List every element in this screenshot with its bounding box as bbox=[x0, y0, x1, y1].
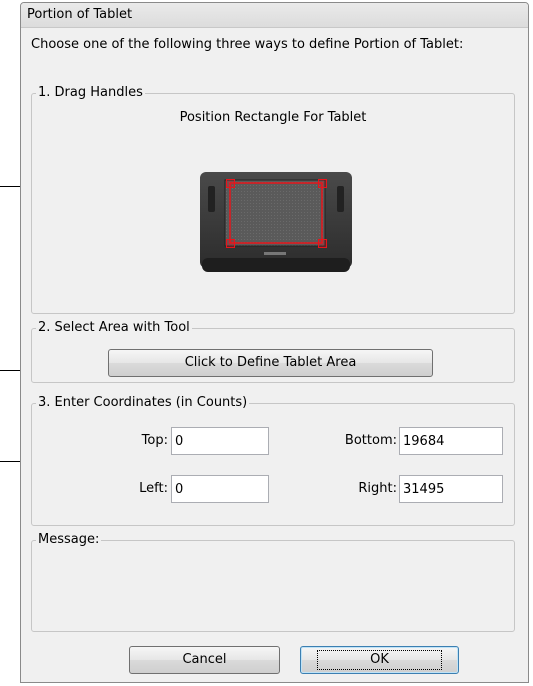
tablet-active-surface bbox=[224, 179, 326, 247]
coordinates-legend: 3. Enter Coordinates (in Counts) bbox=[36, 395, 250, 411]
drag-handles-legend: 1. Drag Handles bbox=[36, 85, 145, 101]
select-area-group: 2. Select Area with Tool Click to Define… bbox=[31, 320, 515, 383]
portion-of-tablet-dialog: Portion of Tablet Choose one of the foll… bbox=[20, 2, 529, 683]
right-input[interactable] bbox=[399, 475, 503, 503]
express-key-right bbox=[337, 186, 344, 212]
tablet-preview bbox=[199, 170, 353, 274]
select-area-legend: 2. Select Area with Tool bbox=[36, 320, 192, 336]
define-tablet-area-button[interactable]: Click to Define Tablet Area bbox=[108, 349, 433, 377]
top-input[interactable] bbox=[171, 427, 269, 455]
drag-handle-bottom-right[interactable] bbox=[318, 239, 327, 248]
left-input[interactable] bbox=[171, 475, 269, 503]
dialog-titlebar: Portion of Tablet bbox=[21, 3, 528, 28]
instructions-text: Choose one of the following three ways t… bbox=[31, 37, 464, 52]
position-rectangle-heading: Position Rectangle For Tablet bbox=[179, 110, 367, 125]
right-label: Right: bbox=[358, 481, 397, 496]
dialog-title: Portion of Tablet bbox=[27, 7, 133, 22]
coordinates-group: 3. Enter Coordinates (in Counts) Top: Bo… bbox=[31, 395, 515, 526]
left-label: Left: bbox=[139, 481, 168, 496]
drag-handle-top-right[interactable] bbox=[318, 179, 327, 188]
ok-button-label: OK bbox=[317, 650, 442, 670]
tablet-base bbox=[202, 258, 350, 272]
express-key-left bbox=[208, 186, 215, 212]
bottom-input[interactable] bbox=[399, 427, 503, 455]
tablet-image bbox=[200, 172, 352, 272]
drag-handles-group: 1. Drag Handles Position Rectangle For T… bbox=[31, 85, 515, 314]
message-legend: Message: bbox=[36, 532, 102, 548]
top-label: Top: bbox=[141, 433, 168, 448]
ok-button[interactable]: OK bbox=[300, 646, 459, 674]
drag-handle-top-left[interactable] bbox=[226, 179, 235, 188]
bottom-label: Bottom: bbox=[344, 433, 397, 448]
message-group: Message: bbox=[31, 532, 515, 632]
tablet-logo bbox=[264, 252, 286, 255]
drag-handle-bottom-left[interactable] bbox=[226, 239, 235, 248]
cancel-button[interactable]: Cancel bbox=[129, 646, 280, 674]
